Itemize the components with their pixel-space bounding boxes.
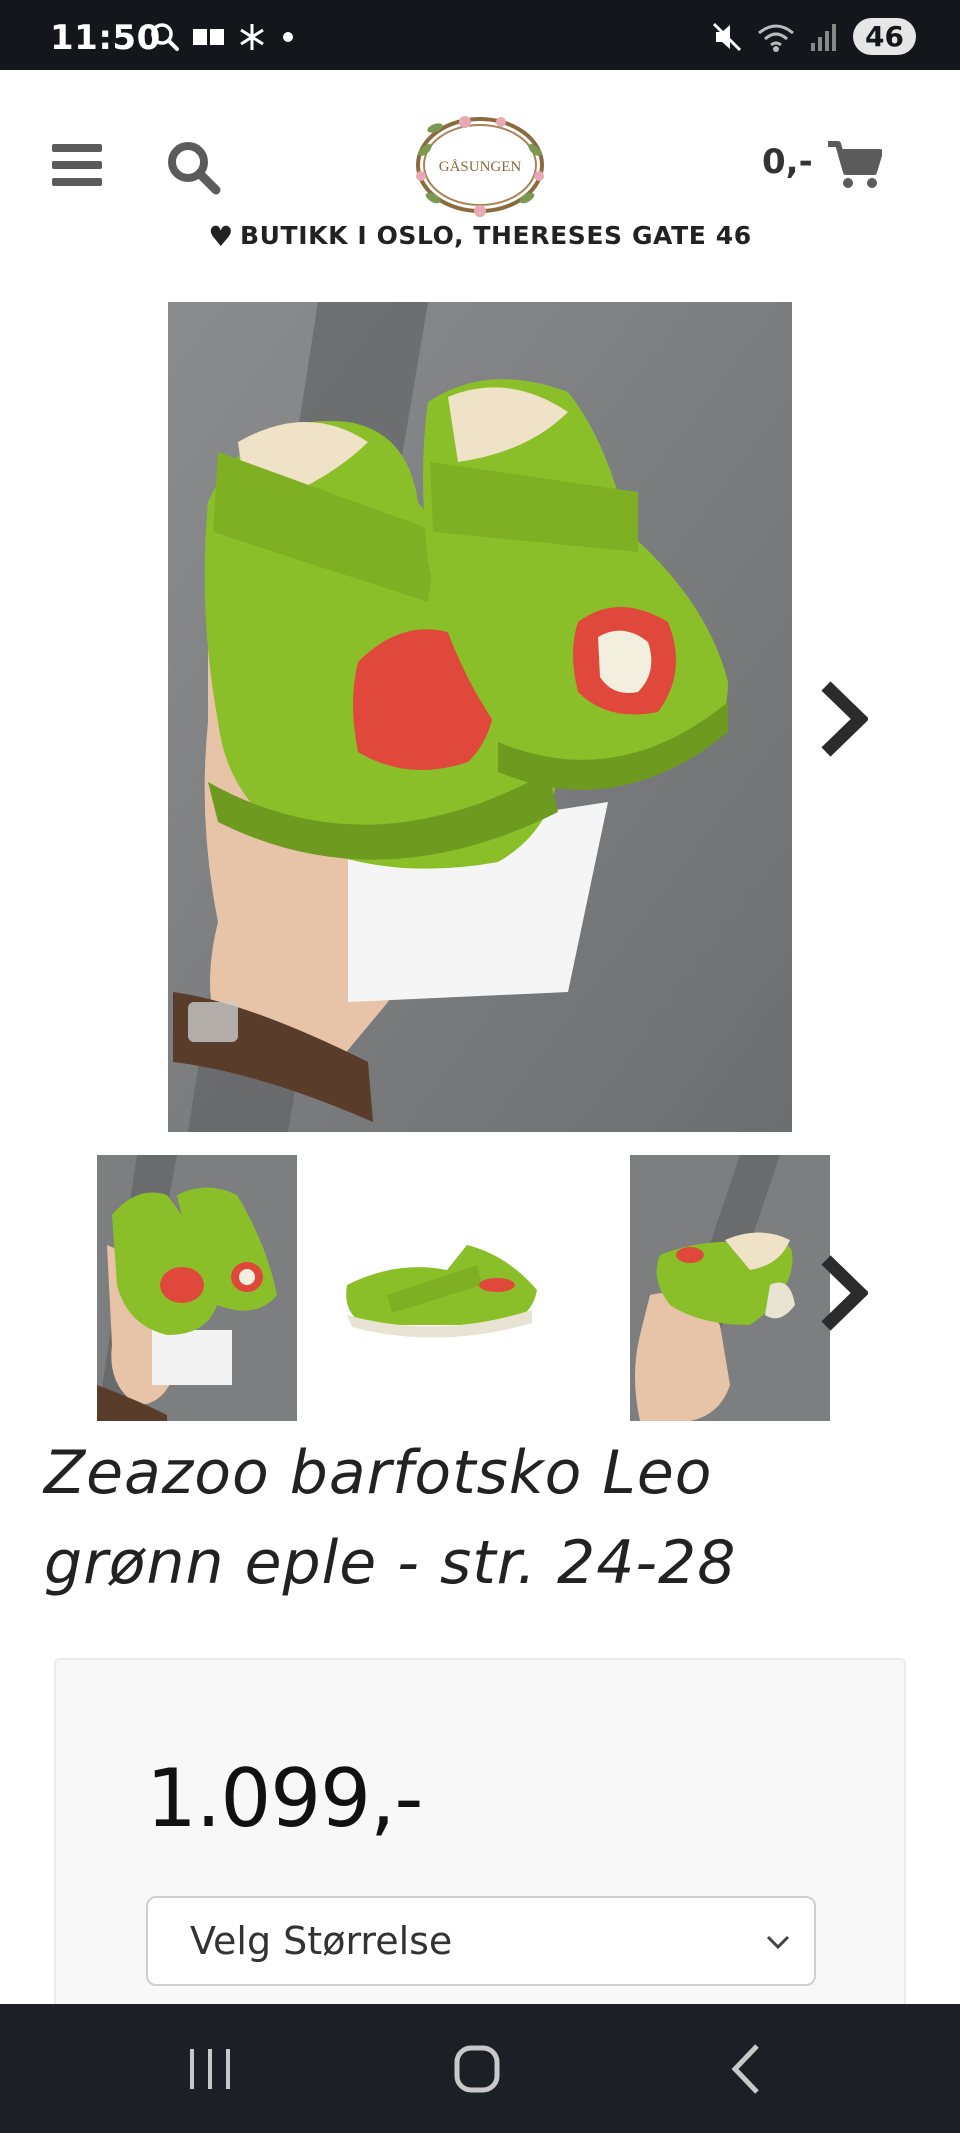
heart-icon: ♥	[208, 220, 234, 253]
thumbnails-next-button[interactable]	[818, 1254, 870, 1332]
size-select-value: Velg Størrelse	[190, 1919, 453, 1963]
thumbnail-photo	[337, 1155, 537, 1421]
system-nav-bar	[0, 2004, 960, 2133]
message-icon	[193, 29, 224, 45]
main-image-next-button[interactable]	[818, 680, 870, 758]
wreath-logo: GÅSUNGEN	[416, 116, 544, 217]
search-icon	[151, 23, 179, 51]
back-icon	[731, 2044, 759, 2094]
thumbnail-1[interactable]	[97, 1155, 297, 1421]
home-icon	[454, 2045, 500, 2093]
product-title: Zeazoo barfotsko Leo grønn eple - str. 2…	[44, 1438, 737, 1598]
cart-icon	[828, 141, 883, 188]
thumbnail-photo	[630, 1155, 830, 1421]
menu-icon	[52, 144, 102, 152]
status-bar: 11:50 46	[0, 0, 960, 70]
thumbnail-3[interactable]	[630, 1155, 830, 1421]
cart-amount[interactable]: 0,-	[762, 142, 813, 182]
snowflake-icon	[240, 24, 264, 50]
chevron-right-icon	[821, 681, 870, 757]
recent-apps-icon	[190, 2049, 230, 2089]
site-header: GÅSUNGEN 0,- ♥ BUTIKK I OSLO, THERESES GA…	[0, 70, 960, 260]
product-photo	[168, 302, 792, 1132]
logo-text: GÅSUNGEN	[439, 159, 522, 175]
product-main-image[interactable]	[168, 302, 792, 1132]
search-icon	[168, 142, 221, 195]
status-time: 11:50	[50, 18, 161, 58]
status-left-icons	[150, 22, 298, 52]
store-banner-text: BUTIKK I OSLO, THERESES GATE 46	[240, 221, 752, 250]
dot-icon	[283, 32, 293, 42]
status-right-icons: 46	[711, 18, 916, 55]
thumbnail-photo	[97, 1155, 297, 1421]
store-banner[interactable]: ♥ BUTIKK I OSLO, THERESES GATE 46	[0, 220, 960, 253]
search-button[interactable]	[164, 138, 222, 196]
home-button[interactable]	[437, 2034, 517, 2104]
chevron-down-icon	[766, 1935, 790, 1950]
thumbnail-2[interactable]	[337, 1155, 537, 1421]
wifi-icon	[758, 24, 794, 52]
size-select[interactable]: Velg Størrelse	[146, 1896, 816, 1986]
recent-apps-button[interactable]	[170, 2034, 250, 2104]
battery-indicator: 46	[853, 18, 916, 55]
chevron-right-icon	[821, 1255, 870, 1331]
signal-icon	[811, 23, 837, 51]
product-price: 1.099,-	[146, 1752, 423, 1845]
menu-button[interactable]	[52, 144, 102, 186]
cart-button[interactable]	[826, 138, 883, 190]
logo[interactable]: GÅSUNGEN	[405, 110, 555, 220]
back-button[interactable]	[707, 2034, 787, 2104]
mute-icon	[712, 22, 742, 51]
